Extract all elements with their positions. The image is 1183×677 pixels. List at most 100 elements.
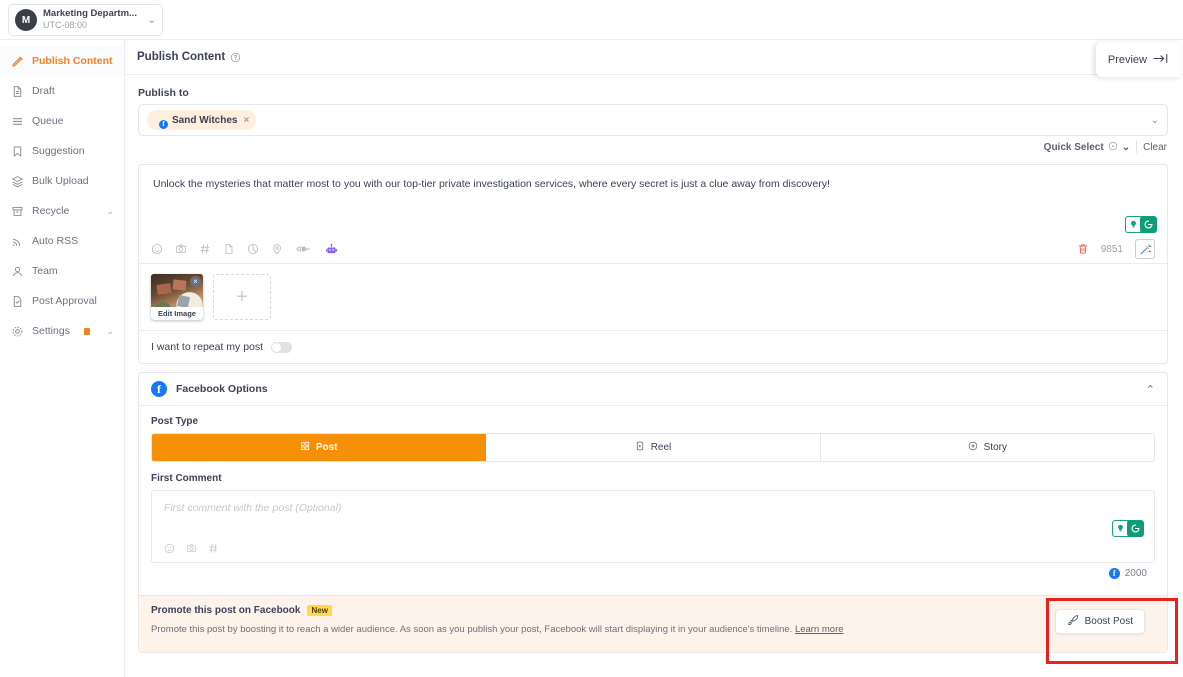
post-type-story[interactable]: Story [820,434,1154,461]
hashtag-icon[interactable] [208,543,219,554]
sidebar-item-label: Post Approval [32,295,97,307]
quick-select-row: Quick Select ⌄ Clear [133,136,1173,158]
emoji-icon[interactable] [151,243,163,255]
publish-form: Publish to f Sand Witches × ⌄ Quick Sele… [125,75,1183,653]
first-comment-box: First comment with the post (Optional) [151,490,1155,563]
layers-icon [10,174,24,188]
list-icon [10,114,24,128]
post-type-post[interactable]: Post [152,434,487,461]
sidebar-item-team[interactable]: Team [0,256,124,286]
divider [1136,141,1138,153]
publish-to-select[interactable]: f Sand Witches × ⌄ [138,104,1168,136]
sidebar: Publish Content Draft Queue Suggestion B [0,40,125,677]
new-badge: New [307,605,332,616]
grammarly-icon[interactable] [1127,520,1144,537]
remove-image-icon[interactable]: × [190,276,201,287]
preview-button[interactable]: Preview [1095,42,1181,77]
location-pin-icon[interactable] [271,243,283,255]
grammarly-icon[interactable] [1140,215,1157,233]
link-plug-icon[interactable] [295,243,313,255]
chevron-down-icon[interactable]: ⌄ [1151,115,1159,126]
user-icon [10,264,24,278]
sidebar-item-settings[interactable]: Settings ⌄ [0,316,124,346]
sidebar-item-draft[interactable]: Draft [0,76,124,106]
workspace-text: Marketing Departm... UTC-08:00 [43,9,146,30]
post-type-reel[interactable]: Reel [486,434,821,461]
sidebar-item-label: Suggestion [32,145,85,157]
ai-robot-icon[interactable] [325,243,338,256]
page-title: Publish Content [137,51,226,63]
char-limit-value: 2000 [1124,568,1147,579]
boost-post-button[interactable]: Boost Post [1054,609,1145,634]
selected-account-chip[interactable]: f Sand Witches × [147,110,257,130]
repeat-post-row: I want to repeat my post [139,331,1167,363]
post-type-label-text: Post [315,442,338,453]
sidebar-item-label: Settings [32,325,70,337]
chevron-down-icon[interactable]: ⌄ [1122,142,1130,153]
sidebar-item-suggestion[interactable]: Suggestion [0,136,124,166]
remove-account-icon[interactable]: × [243,115,249,126]
chevron-down-icon[interactable]: ⌄ [106,326,114,337]
post-text-input[interactable]: Unlock the mysteries that matter most to… [139,165,1167,213]
recycle-bin-icon [10,204,24,218]
sidebar-item-publish-content[interactable]: Publish Content [0,46,124,76]
question-mark-icon[interactable] [230,52,241,63]
post-type-label: Post Type [151,416,199,427]
publish-to-label: Publish to [138,87,189,99]
hashtag-icon[interactable] [199,243,211,255]
facebook-options-header[interactable]: f Facebook Options ⌃ [139,373,1167,406]
promote-post-banner: Promote this post on Facebook New Promot… [139,595,1167,652]
sidebar-item-recycle[interactable]: Recycle ⌄ [0,196,124,226]
repeat-post-label: I want to repeat my post [151,341,264,353]
delete-post-icon[interactable] [1077,243,1089,255]
first-comment-char-limit: f 2000 [151,563,1155,586]
chevron-up-icon[interactable]: ⌃ [1146,383,1155,396]
composer-ai-badges [139,213,1167,235]
chevron-down-icon[interactable]: ⌄ [148,15,156,26]
boost-post-wrap: Boost Post [1054,609,1145,634]
sidebar-item-post-approval[interactable]: Post Approval [0,286,124,316]
repeat-post-toggle[interactable] [271,341,293,353]
add-media-button[interactable]: + [213,274,271,320]
first-comment-input[interactable]: First comment with the post (Optional) [152,491,1154,514]
workspace-timezone: UTC-08:00 [43,20,88,31]
learn-more-link[interactable]: Learn more [795,624,844,635]
document-icon [10,84,24,98]
page-header: Publish Content [125,40,1183,75]
workspace-name: Marketing Departm... [43,9,137,20]
first-comment-toolbar [152,537,1154,562]
magic-wand-icon[interactable] [1135,239,1155,259]
rss-icon [10,234,24,248]
facebook-options-card: f Facebook Options ⌃ Post Type Post Reel… [138,372,1168,653]
facebook-icon: f [1108,568,1120,579]
facebook-options-body: Post Type Post Reel Story First Comment … [139,406,1167,586]
sidebar-item-label: Bulk Upload [32,175,89,187]
sidebar-item-label: Team [32,265,58,277]
edit-image-label[interactable]: Edit Image [151,307,203,320]
promote-description-text: Promote this post by boosting it to reac… [151,624,793,635]
app-root: M Marketing Departm... UTC-08:00 ⌄ Publi… [0,0,1183,677]
ai-assist-badges [1125,213,1157,235]
sidebar-item-auto-rss[interactable]: Auto RSS [0,226,124,256]
sidebar-item-bulk-upload[interactable]: Bulk Upload [0,166,124,196]
clear-button[interactable]: Clear [1143,142,1167,153]
chevron-down-icon[interactable]: ⌄ [106,206,114,217]
gear-icon [10,324,24,338]
emoji-icon[interactable] [164,543,175,554]
first-comment-label: First Comment [151,473,222,484]
sidebar-item-label: Publish Content [32,55,113,67]
promote-title: Promote this post on Facebook [151,605,301,616]
sidebar-item-label: Recycle [32,205,70,217]
workspace-selector[interactable]: M Marketing Departm... UTC-08:00 ⌄ [8,4,163,36]
reel-icon [635,441,645,454]
post-composer: Unlock the mysteries that matter most to… [138,164,1168,364]
facebook-options-title: Facebook Options [176,383,268,395]
camera-icon[interactable] [175,243,187,255]
quick-select-button[interactable]: Quick Select ⌄ [1044,141,1130,154]
pie-chart-icon[interactable] [247,243,259,255]
preview-button-label: Preview [1107,53,1147,66]
attached-image-thumbnail[interactable]: × Edit Image [151,274,203,320]
document-icon[interactable] [223,243,235,255]
camera-icon[interactable] [186,543,197,554]
sidebar-item-queue[interactable]: Queue [0,106,124,136]
